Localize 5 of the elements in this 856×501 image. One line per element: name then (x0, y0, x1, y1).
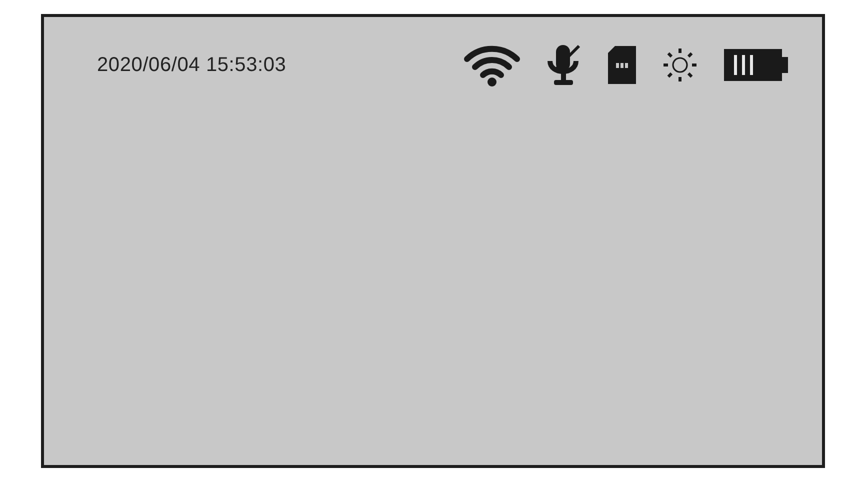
timestamp: 2020/06/04 15:53:03 (97, 54, 286, 76)
wifi-icon (464, 43, 520, 87)
battery-icon (724, 47, 788, 83)
sun-icon (662, 47, 698, 83)
sd-card-icon (608, 46, 636, 84)
